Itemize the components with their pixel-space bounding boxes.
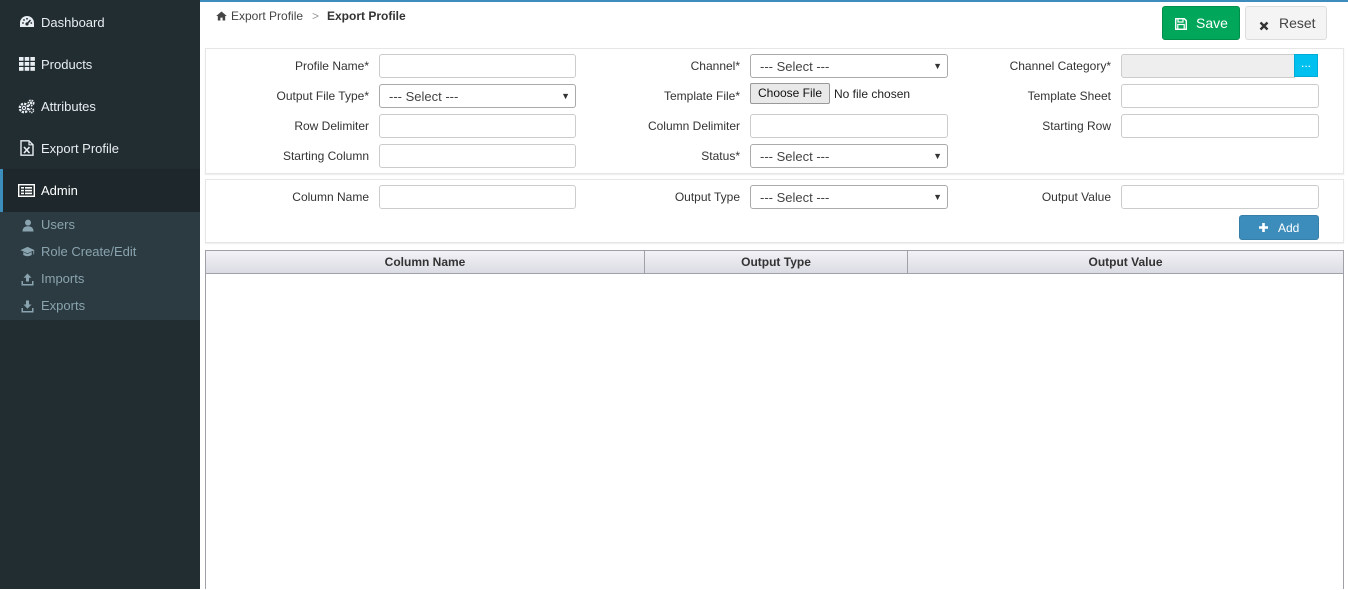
column-name-label: Column Name — [292, 190, 369, 204]
column-delimiter-label: Column Delimiter — [647, 119, 740, 133]
sidebar-item-attributes[interactable]: Attributes — [0, 85, 200, 127]
output-value-label: Output Value — [1041, 190, 1111, 204]
sidebar-subitem-label: Role Create/Edit — [41, 244, 137, 259]
row-delimiter-label: Row Delimiter — [294, 119, 369, 133]
sidebar-item-admin[interactable]: Admin — [0, 169, 200, 212]
sidebar-item-dashboard[interactable]: Dashboard — [0, 1, 200, 43]
graduation-cap-icon — [20, 245, 35, 259]
sidebar-item-export-profile[interactable]: Export Profile — [0, 127, 200, 169]
dropdown-arrow-icon: ▼ — [933, 151, 942, 161]
gears-icon — [18, 98, 35, 114]
save-button-label: Save — [1196, 15, 1228, 31]
sidebar-subitem-role-create-edit[interactable]: Role Create/Edit — [0, 239, 200, 266]
output-type-select-value: --- Select --- — [760, 190, 830, 205]
column-mapping-table: Column Name Output Type Output Value — [205, 250, 1344, 589]
profile-name-input[interactable] — [379, 54, 576, 78]
table-header: Column Name Output Type Output Value — [206, 251, 1343, 274]
channel-label: Channel* — [690, 59, 740, 73]
save-button[interactable]: Save — [1162, 6, 1240, 40]
column-delimiter-input[interactable] — [750, 114, 948, 138]
column-header-output-type[interactable]: Output Type — [645, 251, 908, 273]
close-icon — [1259, 18, 1269, 31]
add-column-button-label: Add — [1278, 221, 1300, 235]
template-file-label: Template File* — [663, 89, 740, 103]
user-icon — [20, 218, 35, 232]
channel-select-value: --- Select --- — [760, 59, 830, 74]
reset-button-label: Reset — [1279, 15, 1316, 31]
output-file-type-select-value: --- Select --- — [389, 89, 459, 104]
output-file-type-label: Output File Type* — [276, 89, 370, 103]
status-select[interactable]: --- Select --- ▼ — [750, 144, 948, 168]
sidebar-subitem-users[interactable]: Users — [0, 212, 200, 239]
column-header-column-name[interactable]: Column Name — [206, 251, 645, 273]
status-select-value: --- Select --- — [760, 149, 830, 164]
sidebar: Dashboard Products Attributes Export Pro… — [0, 0, 200, 589]
starting-row-input[interactable] — [1121, 114, 1319, 138]
download-icon — [20, 299, 35, 313]
row-delimiter-input[interactable] — [379, 114, 576, 138]
sidebar-item-label: Export Profile — [41, 141, 120, 156]
sidebar-item-label: Attributes — [41, 99, 96, 114]
sidebar-subitem-label: Exports — [41, 298, 86, 313]
output-file-type-select[interactable]: --- Select --- ▼ — [379, 84, 576, 108]
channel-select[interactable]: --- Select --- ▼ — [750, 54, 948, 78]
template-sheet-label: Template Sheet — [1027, 89, 1111, 103]
breadcrumb-separator: > — [312, 9, 320, 23]
admin-submenu: Users Role Create/Edit Imports Exports — [0, 212, 200, 320]
top-accent-bar — [0, 0, 1348, 2]
excel-file-icon — [18, 140, 35, 156]
starting-column-label: Starting Column — [282, 149, 369, 163]
admin-icon — [18, 182, 35, 198]
status-label: Status* — [701, 149, 740, 163]
upload-icon — [20, 272, 35, 286]
dropdown-arrow-icon: ▼ — [933, 61, 942, 71]
file-status-text: No file chosen — [834, 87, 911, 101]
column-name-input[interactable] — [379, 185, 576, 209]
output-type-label: Output Type — [674, 190, 740, 204]
table-body — [206, 275, 1343, 590]
profile-name-label: Profile Name* — [294, 59, 369, 73]
dropdown-arrow-icon: ▼ — [561, 91, 570, 101]
home-icon — [216, 10, 227, 21]
channel-category-input — [1121, 54, 1295, 78]
choose-file-button[interactable]: Choose File — [750, 83, 830, 104]
starting-column-input[interactable] — [379, 144, 576, 168]
template-sheet-input[interactable] — [1121, 84, 1319, 108]
reset-button[interactable]: Reset — [1245, 6, 1327, 40]
breadcrumb-parent-link[interactable]: Export Profile — [231, 9, 303, 23]
column-header-output-value[interactable]: Output Value — [908, 251, 1343, 273]
sidebar-item-products[interactable]: Products — [0, 43, 200, 85]
sidebar-subitem-imports[interactable]: Imports — [0, 266, 200, 293]
sidebar-subitem-label: Imports — [41, 271, 85, 286]
sidebar-subitem-label: Users — [41, 217, 75, 232]
add-column-button[interactable]: Add — [1239, 215, 1319, 240]
floppy-disk-icon — [1175, 17, 1187, 30]
output-value-input[interactable] — [1121, 185, 1319, 209]
starting-row-label: Starting Row — [1042, 119, 1111, 133]
dropdown-arrow-icon: ▼ — [933, 192, 942, 202]
plus-icon — [1258, 222, 1269, 233]
sidebar-subitem-exports[interactable]: Exports — [0, 293, 200, 320]
sidebar-item-label: Admin — [41, 183, 78, 198]
channel-category-label: Channel Category* — [1009, 59, 1111, 73]
page-title: Export Profile — [327, 9, 406, 23]
output-type-select[interactable]: --- Select --- ▼ — [750, 185, 948, 209]
sidebar-item-label: Products — [41, 57, 93, 72]
dashboard-icon — [18, 14, 35, 30]
grid-icon — [18, 56, 35, 72]
sidebar-item-label: Dashboard — [41, 15, 105, 30]
channel-category-browse-button[interactable]: ... — [1294, 54, 1318, 77]
